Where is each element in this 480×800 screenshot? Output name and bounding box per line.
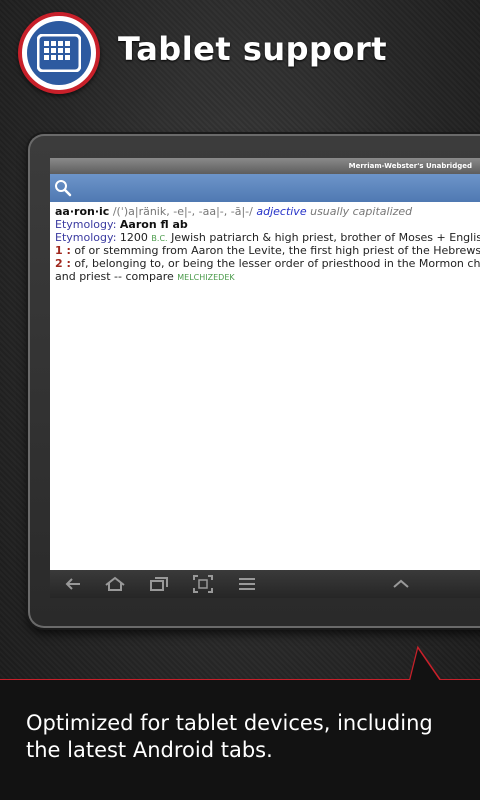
sense-text: of or stemming from Aaron the Levite, th… (74, 244, 480, 258)
sense-continuation: and priest -- compare (55, 269, 174, 283)
sense-number: 1 : (55, 244, 71, 258)
tablet-screen: Merriam-Webster's Unabridged aa·ron·ic /… (50, 158, 480, 598)
headword: aa·ron·ic (55, 205, 110, 218)
pronunciation: /(ˈ)a|ränik, -e|-, -aa|-, -ā|-/ (112, 205, 253, 218)
etymology-label: Etymology (55, 217, 113, 231)
cross-reference-link[interactable]: MELCHIZEDEK (177, 273, 234, 282)
etymology-year: 1200 (119, 230, 148, 244)
etymology-text: Aaron fl ab (119, 217, 188, 231)
system-navigation-bar (50, 570, 480, 598)
tablet-grid-icon (37, 34, 81, 72)
tablet-grid-badge (18, 12, 100, 94)
page-title: Tablet support (118, 30, 388, 68)
chevron-up-icon[interactable] (390, 574, 412, 594)
etymology-label: Etymology (55, 230, 113, 244)
part-of-speech: adjective (256, 205, 307, 218)
etymology-era: B.C. (151, 233, 168, 243)
app-toolbar (50, 174, 480, 202)
etymology-text: Jewish patriarch & high priest, brother … (171, 230, 480, 244)
recent-apps-icon[interactable] (148, 574, 170, 594)
sense-text: of, belonging to, or being the lesser or… (74, 257, 480, 271)
sense-number: 2 : (55, 257, 71, 271)
app-title-bar: Merriam-Webster's Unabridged (50, 158, 480, 174)
header: Tablet support (0, 0, 480, 100)
menu-icon[interactable] (236, 574, 258, 594)
usage-note: usually capitalized (310, 205, 413, 218)
footer-description: Optimized for tablet devices, including … (26, 711, 433, 762)
search-icon[interactable] (54, 179, 72, 197)
dictionary-entry: aa·ron·ic /(ˈ)a|ränik, -e|-, -aa|-, -ā|-… (50, 202, 480, 289)
back-icon[interactable] (62, 574, 84, 594)
home-icon[interactable] (104, 574, 126, 594)
screenshot-icon[interactable] (192, 574, 214, 594)
